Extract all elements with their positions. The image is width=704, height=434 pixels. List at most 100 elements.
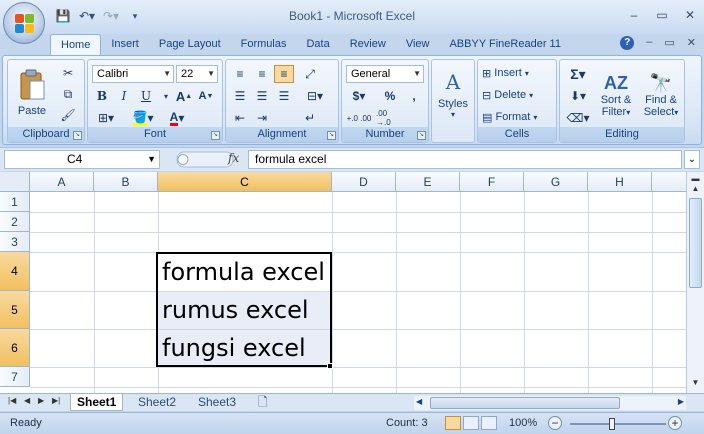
row-header-7[interactable]: 7 <box>0 367 30 387</box>
column-header-f[interactable]: F <box>460 172 524 192</box>
format-painter-icon[interactable]: 🖌 <box>58 106 78 124</box>
alignment-launcher-icon[interactable]: ↘ <box>327 131 336 140</box>
fill-color-icon[interactable]: 🪣 ▾ <box>128 109 158 127</box>
row-header-3[interactable]: 3 <box>0 232 30 252</box>
row-header-5[interactable]: 5 <box>0 291 30 329</box>
row-header-4[interactable]: 4 <box>0 252 30 291</box>
insert-cells-button[interactable]: ⊞ Insert ▾ <box>482 64 529 82</box>
tab-page-layout[interactable]: Page Layout <box>149 34 231 56</box>
workbook-close-button[interactable]: ✕ <box>687 36 696 50</box>
column-header-b[interactable]: B <box>94 172 158 192</box>
next-sheet-icon[interactable]: ▶ <box>38 396 44 405</box>
sheet-tab-sheet3[interactable]: Sheet3 <box>192 394 242 411</box>
italic-button[interactable]: I <box>114 87 134 105</box>
delete-cells-button[interactable]: ⊟ Delete ▾ <box>482 86 533 104</box>
grow-font-icon[interactable]: A ▲ <box>174 87 194 105</box>
scroll-down-icon[interactable]: ▼ <box>688 378 703 392</box>
align-middle-icon[interactable]: ≡ <box>252 65 272 83</box>
comma-button[interactable]: , <box>404 87 424 105</box>
scroll-up-icon[interactable]: ▲ <box>688 184 703 198</box>
zoom-slider-thumb[interactable] <box>609 418 615 430</box>
zoom-out-icon[interactable]: − <box>548 416 562 430</box>
column-header-partial[interactable] <box>652 172 686 192</box>
align-top-icon[interactable]: ≡ <box>230 65 250 83</box>
paste-button[interactable]: Paste <box>12 64 52 122</box>
zoom-in-icon[interactable]: + <box>668 416 682 430</box>
last-sheet-icon[interactable]: ▶| <box>52 396 60 405</box>
workbook-minimize-button[interactable]: ‒ <box>646 36 652 50</box>
underline-dropdown-icon[interactable]: ▾ <box>156 87 176 105</box>
column-header-a[interactable]: A <box>30 172 94 192</box>
normal-view-icon[interactable] <box>445 416 461 430</box>
select-all-button[interactable] <box>0 172 30 192</box>
scroll-left-icon[interactable]: ◀ <box>416 397 422 406</box>
insert-sheet-icon[interactable]: 🗋 <box>252 394 274 411</box>
decrease-decimal-icon[interactable]: .00 →.0 <box>376 109 402 127</box>
shrink-font-icon[interactable]: A ▼ <box>196 87 216 105</box>
clear-icon[interactable]: ⌫▾ <box>564 109 592 127</box>
align-right-icon[interactable]: ☰ <box>274 87 294 105</box>
wrap-text-icon[interactable]: ↵ <box>300 109 320 127</box>
borders-icon[interactable]: ⊞▾ <box>92 109 120 127</box>
tab-abbyy[interactable]: ABBYY FineReader 11 <box>439 34 571 56</box>
row-header-2[interactable]: 2 <box>0 212 30 232</box>
orientation-icon[interactable]: ⤢ <box>300 65 320 83</box>
column-header-e[interactable]: E <box>396 172 460 192</box>
close-button[interactable]: ✕ <box>684 8 696 22</box>
sort-filter-button[interactable]: AZ Sort & Filter▾ <box>594 64 638 126</box>
font-color-icon[interactable]: A ▾ <box>162 109 192 127</box>
name-box[interactable]: C4 ▼ <box>4 150 160 169</box>
vertical-scroll-thumb[interactable] <box>689 198 702 288</box>
increase-decimal-icon[interactable]: +.0 .00 <box>346 109 372 127</box>
workbook-restore-button[interactable]: ▭ <box>664 36 674 50</box>
underline-button[interactable]: U <box>136 87 156 105</box>
prev-sheet-icon[interactable]: ◀ <box>24 396 30 405</box>
percent-button[interactable]: % <box>380 87 400 105</box>
column-header-h[interactable]: H <box>588 172 652 192</box>
zoom-slider[interactable] <box>570 423 666 425</box>
styles-button[interactable]: A Styles ▾ <box>434 64 472 124</box>
align-center-icon[interactable]: ☰ <box>252 87 272 105</box>
maximize-button[interactable]: ▭ <box>656 8 668 22</box>
vertical-scrollbar[interactable]: ▬ ▲ ▼ <box>686 172 704 393</box>
tab-review[interactable]: Review <box>340 34 396 56</box>
align-left-icon[interactable]: ☰ <box>230 87 250 105</box>
insert-function-icon[interactable]: fx <box>228 151 239 165</box>
expand-formula-bar-icon[interactable]: ⌄ <box>684 150 700 169</box>
horizontal-scroll-thumb[interactable] <box>430 397 620 409</box>
scroll-right-icon[interactable]: ▶ <box>678 397 684 406</box>
tab-formulas[interactable]: Formulas <box>231 34 297 56</box>
autosum-icon[interactable]: Σ▾ <box>564 65 592 83</box>
fill-handle[interactable] <box>327 363 333 369</box>
row-header-6[interactable]: 6 <box>0 329 30 367</box>
column-header-d[interactable]: D <box>332 172 396 192</box>
first-sheet-icon[interactable]: |◀ <box>8 396 16 405</box>
tab-data[interactable]: Data <box>296 34 339 56</box>
fill-icon[interactable]: ⬇▾ <box>564 87 592 105</box>
help-icon[interactable]: ? <box>620 36 635 50</box>
clipboard-launcher-icon[interactable]: ↘ <box>73 131 82 140</box>
decrease-indent-icon[interactable]: ⇤ <box>230 109 250 127</box>
cut-icon[interactable]: ✂ <box>58 64 78 82</box>
copy-icon[interactable]: ⧉ <box>58 85 78 103</box>
column-header-c[interactable]: C <box>158 172 332 192</box>
align-bottom-icon[interactable]: ≡ <box>274 65 294 83</box>
tab-home[interactable]: Home <box>50 34 102 56</box>
office-button[interactable] <box>3 2 45 44</box>
row-header-1[interactable]: 1 <box>0 192 30 212</box>
sheet-tab-sheet1[interactable]: Sheet1 <box>70 394 124 411</box>
page-break-view-icon[interactable] <box>481 416 497 430</box>
format-cells-button[interactable]: ▤ Format ▾ <box>482 108 537 126</box>
font-launcher-icon[interactable]: ↘ <box>211 131 220 140</box>
find-select-button[interactable]: 🔭 Find & Select▾ <box>640 64 682 126</box>
zoom-level[interactable]: 100% <box>509 417 537 429</box>
tab-view[interactable]: View <box>396 34 440 56</box>
tab-insert[interactable]: Insert <box>101 34 149 56</box>
horizontal-scrollbar[interactable]: ◀ ▶ <box>414 396 686 410</box>
number-format-select[interactable]: General ▼ <box>346 65 424 83</box>
increase-indent-icon[interactable]: ⇥ <box>252 109 272 127</box>
sheet-tab-sheet2[interactable]: Sheet2 <box>132 394 182 411</box>
minimize-button[interactable]: ‒ <box>628 8 640 22</box>
font-size-select[interactable]: 22 ▼ <box>176 65 218 83</box>
worksheet-grid[interactable]: A B C D E F G H 1 2 3 4 5 6 7 formula ex… <box>0 172 686 393</box>
